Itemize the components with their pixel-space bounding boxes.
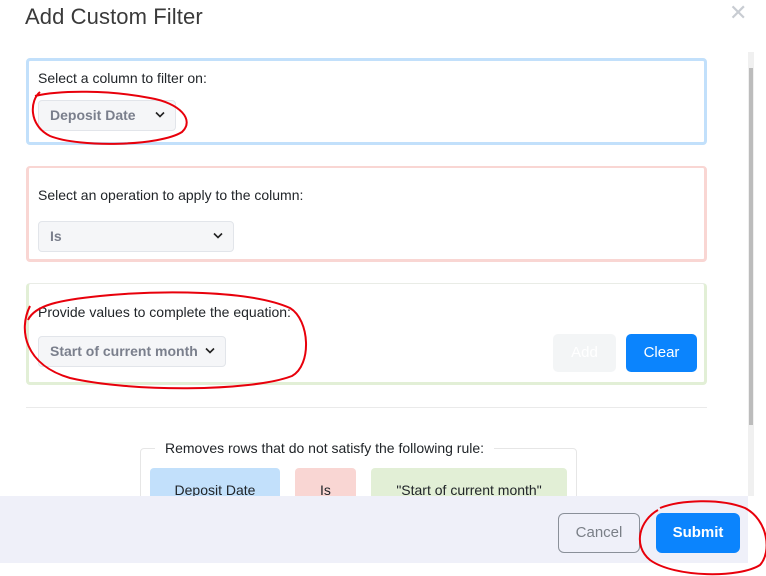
clear-button[interactable]: Clear — [626, 334, 697, 372]
submit-button[interactable]: Submit — [656, 513, 740, 553]
dialog-title: Add Custom Filter — [25, 4, 203, 29]
chevron-down-icon — [155, 111, 165, 118]
rule-summary-legend: Removes rows that do not satisfy the fol… — [155, 440, 495, 456]
column-select[interactable]: Deposit Date — [38, 100, 176, 131]
value-select-value: Start of current month — [50, 343, 198, 359]
add-button[interactable]: Add — [553, 334, 616, 372]
operation-select[interactable]: Is — [38, 221, 234, 252]
chevron-down-icon — [213, 232, 223, 239]
close-icon[interactable]: ✕ — [729, 2, 747, 24]
cancel-button[interactable]: Cancel — [558, 513, 640, 553]
operation-select-value: Is — [50, 228, 62, 244]
chevron-down-icon — [205, 347, 215, 354]
value-section: Provide values to complete the equation:… — [26, 283, 707, 385]
operation-section-label: Select an operation to apply to the colu… — [38, 187, 304, 203]
column-section: Select a column to filter on: Deposit Da… — [26, 58, 707, 145]
scrollbar-thumb[interactable] — [749, 68, 753, 425]
value-select[interactable]: Start of current month — [38, 336, 226, 367]
operation-section: Select an operation to apply to the colu… — [26, 166, 707, 262]
value-section-label: Provide values to complete the equation: — [38, 304, 291, 320]
column-section-label: Select a column to filter on: — [38, 70, 207, 86]
section-divider — [26, 407, 707, 408]
column-select-value: Deposit Date — [50, 107, 136, 123]
